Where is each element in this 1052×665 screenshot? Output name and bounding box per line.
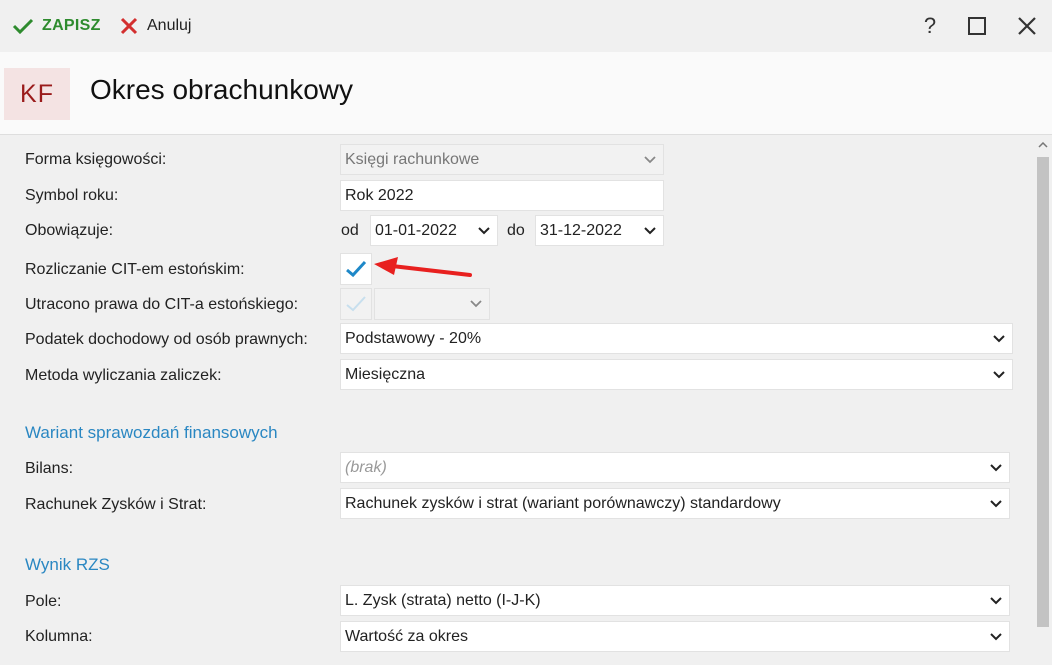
- kolumna-select[interactable]: Wartość za okres: [340, 621, 1010, 652]
- rzs-label: Rachunek Zysków i Strat:: [25, 496, 207, 513]
- close-icon: [1018, 17, 1036, 35]
- forma-label: Forma księgowości:: [25, 151, 167, 168]
- maximize-button[interactable]: [963, 12, 991, 40]
- symbol-value: Rok 2022: [345, 186, 414, 204]
- scrollbar-thumb[interactable]: [1037, 157, 1049, 627]
- pole-label: Pole:: [25, 593, 62, 610]
- utracono-checkbox[interactable]: [340, 288, 372, 320]
- checkmark-icon: [12, 18, 34, 35]
- scroll-up-icon[interactable]: [1037, 139, 1049, 151]
- rzs-value: Rachunek zysków i strat (wariant porówna…: [345, 494, 781, 512]
- utracono-date-select: [374, 288, 490, 320]
- chevron-down-icon: [983, 596, 1009, 605]
- save-button[interactable]: ZAPISZ: [12, 14, 101, 38]
- chevron-down-icon: [463, 300, 489, 308]
- metoda-select[interactable]: Miesięczna: [340, 359, 1013, 390]
- pole-select[interactable]: L. Zysk (strata) netto (I-J-K): [340, 585, 1010, 616]
- date-to-picker[interactable]: 31-12-2022: [535, 215, 664, 246]
- date-from-value: 01-01-2022: [375, 221, 457, 239]
- utracono-label: Utracono prawa do CIT-a estońskiego:: [25, 296, 299, 313]
- symbol-label: Symbol roku:: [25, 187, 119, 204]
- maximize-icon: [968, 17, 986, 35]
- close-x-icon: [120, 17, 138, 35]
- cit-checkbox[interactable]: [340, 253, 372, 285]
- cit-label: Rozliczanie CIT-em estońskim:: [25, 261, 245, 278]
- bilans-placeholder: (brak): [345, 458, 387, 476]
- bilans-select[interactable]: (brak): [340, 452, 1010, 483]
- kolumna-label: Kolumna:: [25, 628, 93, 645]
- metoda-label: Metoda wyliczania zaliczek:: [25, 367, 222, 384]
- symbol-input[interactable]: Rok 2022: [340, 180, 664, 211]
- chevron-down-icon: [986, 334, 1012, 343]
- kolumna-value: Wartość za okres: [345, 627, 468, 645]
- vertical-scrollbar[interactable]: [1034, 135, 1052, 665]
- toolbar: ZAPISZ Anuluj ?: [0, 0, 1052, 52]
- pole-value: L. Zysk (strata) netto (I-J-K): [345, 591, 541, 609]
- checkmark-icon: [346, 260, 367, 278]
- chevron-down-icon: [637, 155, 663, 164]
- cancel-button[interactable]: Anuluj: [120, 14, 191, 38]
- chevron-down-icon: [471, 226, 497, 235]
- close-window-button[interactable]: [1013, 12, 1041, 40]
- help-button[interactable]: ?: [916, 12, 944, 40]
- forma-value: Księgi rachunkowe: [345, 150, 480, 168]
- forma-select: Księgi rachunkowe: [340, 144, 664, 175]
- page-title: Okres obrachunkowy: [90, 74, 354, 105]
- do-label: do: [507, 222, 525, 239]
- chevron-down-icon: [986, 370, 1012, 379]
- chevron-down-icon: [637, 226, 663, 235]
- chevron-down-icon: [983, 499, 1009, 508]
- od-label: od: [341, 222, 359, 239]
- podatek-value: Podstawowy - 20%: [345, 329, 482, 347]
- date-from-picker[interactable]: 01-01-2022: [370, 215, 498, 246]
- save-button-label: ZAPISZ: [42, 17, 101, 34]
- date-to-value: 31-12-2022: [540, 221, 622, 239]
- wariant-section-title: Wariant sprawozdań finansowych: [25, 423, 278, 442]
- wynik-section-title: Wynik RZS: [25, 555, 110, 574]
- annotation-arrow-icon: [374, 257, 472, 277]
- checkmark-icon: [346, 296, 366, 312]
- podatek-select[interactable]: Podstawowy - 20%: [340, 323, 1013, 354]
- chevron-down-icon: [983, 632, 1009, 641]
- bilans-label: Bilans:: [25, 460, 74, 477]
- podatek-label: Podatek dochodowy od osób prawnych:: [25, 331, 308, 348]
- rzs-select[interactable]: Rachunek zysków i strat (wariant porówna…: [340, 488, 1010, 519]
- module-badge: KF: [4, 68, 70, 120]
- metoda-value: Miesięczna: [345, 365, 426, 383]
- obowiazuje-label: Obowiązuje:: [25, 222, 114, 239]
- chevron-down-icon: [983, 463, 1009, 472]
- cancel-button-label: Anuluj: [147, 17, 192, 34]
